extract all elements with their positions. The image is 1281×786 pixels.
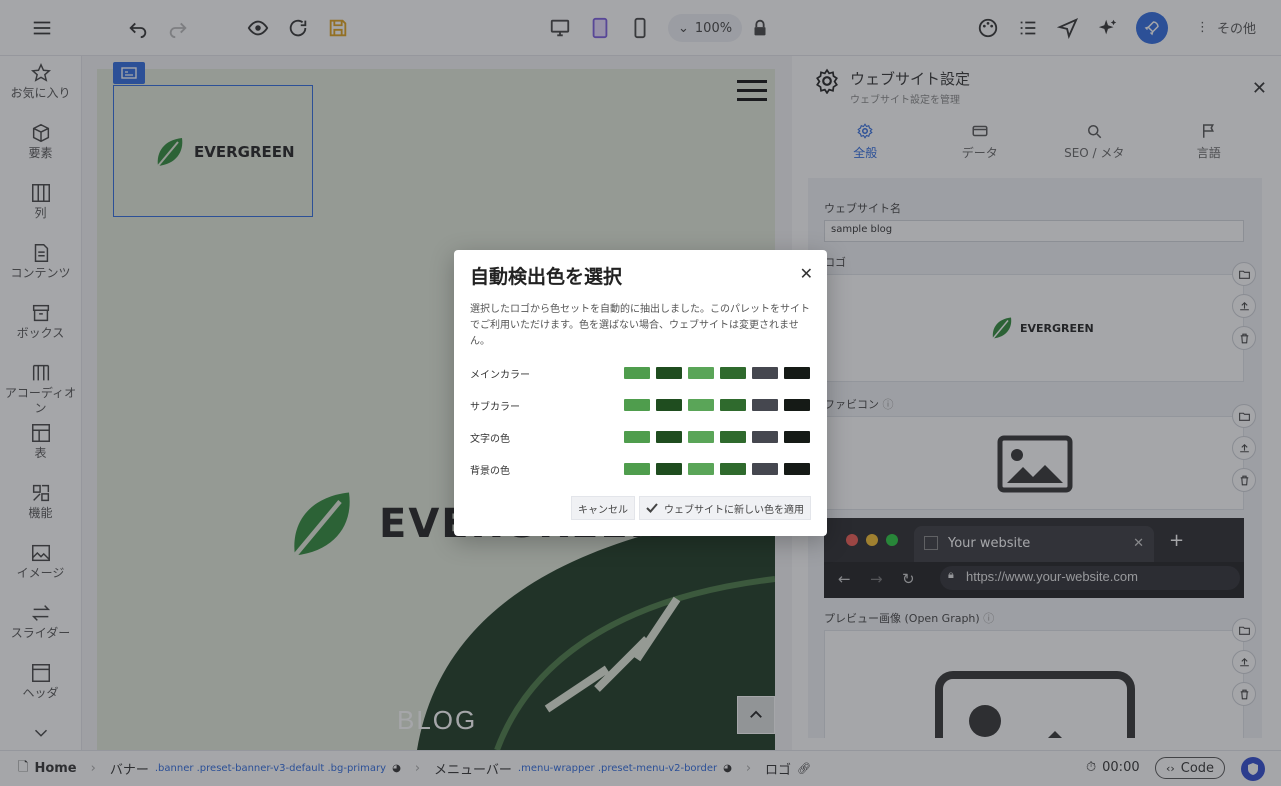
color-swatch[interactable] [752, 367, 778, 379]
palette-row-background: 背景の色 [470, 462, 810, 477]
color-swatch[interactable] [784, 431, 810, 443]
color-swatch[interactable] [624, 431, 650, 443]
cancel-button[interactable]: キャンセル [571, 496, 635, 520]
color-swatch[interactable] [752, 431, 778, 443]
color-swatch[interactable] [720, 367, 746, 379]
color-swatch[interactable] [784, 463, 810, 475]
cancel-label: キャンセル [578, 504, 628, 516]
color-swatch[interactable] [688, 431, 714, 443]
auto-color-dialog: 自動検出色を選択 ✕ 選択したロゴから色セットを自動的に抽出しました。このパレッ… [454, 250, 827, 536]
palette-row-label: 文字の色 [470, 433, 510, 445]
color-swatch[interactable] [784, 367, 810, 379]
color-swatches [624, 431, 810, 443]
palette-row-label: 背景の色 [470, 465, 510, 477]
close-icon[interactable]: ✕ [800, 264, 813, 283]
check-icon [646, 503, 658, 513]
palette-row-label: サブカラー [470, 401, 520, 413]
color-swatch[interactable] [720, 463, 746, 475]
color-swatch[interactable] [688, 463, 714, 475]
color-swatch[interactable] [656, 399, 682, 411]
color-swatch[interactable] [656, 367, 682, 379]
color-swatches [624, 367, 810, 379]
color-swatch[interactable] [752, 399, 778, 411]
palette-row-text: 文字の色 [470, 430, 810, 445]
color-swatch[interactable] [656, 463, 682, 475]
palette-row-sub: サブカラー [470, 398, 810, 413]
apply-label: ウェブサイトに新しい色を適用 [664, 504, 804, 516]
color-swatch[interactable] [784, 399, 810, 411]
color-swatch[interactable] [720, 431, 746, 443]
color-swatch[interactable] [688, 367, 714, 379]
palette-row-label: メインカラー [470, 369, 530, 381]
color-swatch[interactable] [656, 431, 682, 443]
color-swatch[interactable] [624, 399, 650, 411]
dialog-description: 選択したロゴから色セットを自動的に抽出しました。このパレットをサイトでご利用いた… [470, 304, 810, 347]
color-swatch[interactable] [624, 367, 650, 379]
dialog-actions: キャンセル ウェブサイトに新しい色を適用 [571, 496, 811, 520]
color-swatch[interactable] [752, 463, 778, 475]
color-swatch[interactable] [688, 399, 714, 411]
dialog-title: 自動検出色を選択 [470, 266, 623, 288]
apply-colors-button[interactable]: ウェブサイトに新しい色を適用 [639, 496, 811, 520]
color-swatches [624, 463, 810, 475]
color-swatches [624, 399, 810, 411]
color-swatch[interactable] [720, 399, 746, 411]
color-swatch[interactable] [624, 463, 650, 475]
palette-row-main: メインカラー [470, 366, 810, 381]
